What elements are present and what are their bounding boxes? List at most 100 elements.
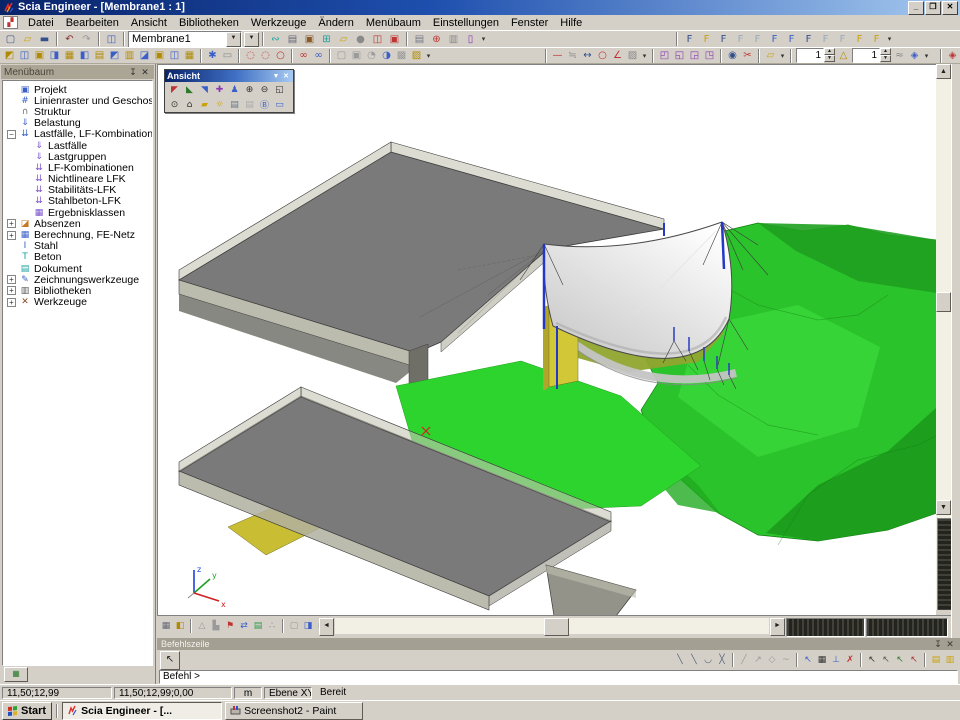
- transport-button[interactable]: ▭: [220, 48, 235, 63]
- window-b-button[interactable]: ◨: [301, 618, 315, 634]
- project-combo-dropdown-button[interactable]: ▼: [226, 32, 241, 47]
- undo-button[interactable]: ↶: [61, 32, 78, 47]
- scale-spin-2-down-button[interactable]: ▼: [880, 55, 891, 62]
- expand-toggle-icon[interactable]: +: [7, 219, 16, 228]
- snap-star-button[interactable]: ✱: [205, 48, 220, 63]
- tree-item[interactable]: ⇊LF-Kombinationen: [3, 162, 152, 173]
- snap-curve-icon[interactable]: ~: [779, 653, 793, 668]
- tree-item[interactable]: ∩Struktur: [3, 106, 152, 117]
- grid-snap-icon[interactable]: ▦: [815, 653, 829, 668]
- walk-view-icon[interactable]: ♟: [227, 83, 242, 96]
- struct-wall-button[interactable]: ▦: [62, 48, 77, 63]
- filter-6-button[interactable]: ▨: [409, 48, 424, 63]
- filter-3-button[interactable]: ◔: [364, 48, 379, 63]
- render-shaded-button[interactable]: ◧: [173, 618, 187, 634]
- scale-icon-button[interactable]: △: [836, 48, 851, 63]
- tree-item[interactable]: ▤Dokument: [3, 263, 152, 274]
- right-edge-tool-button[interactable]: ◈: [945, 48, 960, 63]
- tree-item[interactable]: +▥Bibliotheken: [3, 285, 152, 296]
- cursor-2-icon[interactable]: ↖: [879, 653, 893, 668]
- deform-scale-button[interactable]: △: [195, 618, 209, 634]
- render-wireframe-button[interactable]: ▦: [159, 618, 173, 634]
- struct-panel-button[interactable]: ▤: [92, 48, 107, 63]
- rotation-slider-x[interactable]: [786, 618, 865, 637]
- redo-button[interactable]: ↷: [78, 32, 95, 47]
- snap-intersection-icon[interactable]: ╳: [715, 653, 729, 668]
- tree-item[interactable]: +◪Absenzen: [3, 218, 152, 229]
- eye-button[interactable]: ◉: [725, 48, 740, 63]
- project-window-button[interactable]: ◫: [103, 32, 120, 47]
- struct-hinge-button[interactable]: ▥: [122, 48, 137, 63]
- close-icon[interactable]: ✕: [281, 72, 291, 80]
- layer-a-icon[interactable]: ▤: [929, 653, 943, 668]
- hatch-tool-button-dropdown[interactable]: ▾: [640, 52, 649, 60]
- pin-icon[interactable]: ↧: [127, 67, 139, 78]
- menu-item-einstellungen[interactable]: Einstellungen: [427, 16, 505, 30]
- scale-spin-2-up-button[interactable]: ▲: [880, 48, 891, 55]
- view-axo-icon[interactable]: ✚: [212, 83, 227, 96]
- model-viewport[interactable]: z y x Ansicht ▼ ✕ ◤◣◥✚♟⊕⊖◱ ⊙⌂▰☼▤▤Ⓑ▭: [157, 64, 936, 615]
- view-state-3-button[interactable]: F: [715, 32, 732, 47]
- sphere-tool-button[interactable]: ●: [352, 32, 369, 47]
- expand-toggle-icon[interactable]: +: [7, 231, 16, 240]
- rotation-slider-z[interactable]: [937, 518, 952, 612]
- struct-beam-button[interactable]: ◫: [17, 48, 32, 63]
- line-tool-button[interactable]: —: [550, 48, 565, 63]
- angle-tool-button[interactable]: ∠: [610, 48, 625, 63]
- task-paint[interactable]: Screenshot2 - Paint: [225, 702, 363, 720]
- menu-item-hilfe[interactable]: Hilfe: [554, 16, 588, 30]
- filter-2-button[interactable]: ▣: [349, 48, 364, 63]
- layer-b-icon[interactable]: ▥: [943, 653, 957, 668]
- horizontal-scrollbar-thumb[interactable]: [544, 618, 569, 636]
- tree-item[interactable]: #Linienraster und Geschosse: [3, 95, 152, 106]
- struct-arbitrary-button[interactable]: ◫: [167, 48, 182, 63]
- levels-button[interactable]: ⚑: [223, 618, 237, 634]
- tree-item[interactable]: TBeton: [3, 252, 152, 263]
- snap-tangent-icon[interactable]: ↗: [751, 653, 765, 668]
- expand-toggle-icon[interactable]: +: [7, 286, 16, 295]
- struct-column-button[interactable]: ▣: [32, 48, 47, 63]
- chart-button[interactable]: ▥: [445, 32, 462, 47]
- filter-4-button[interactable]: ◑: [379, 48, 394, 63]
- tree-item[interactable]: ⇊Nichtlineare LFK: [3, 174, 152, 185]
- vertical-scrollbar[interactable]: ▲ ▼: [936, 64, 951, 615]
- vertical-scrollbar-thumb[interactable]: [936, 292, 951, 312]
- arrows-button[interactable]: ⇄: [237, 618, 251, 634]
- view-state-12-button-dropdown[interactable]: ▾: [885, 35, 894, 43]
- scroll-down-button[interactable]: ▼: [936, 500, 951, 515]
- dots-button[interactable]: ∴: [265, 618, 279, 634]
- snap-line-icon[interactable]: ╱: [737, 653, 751, 668]
- view-state-10-button[interactable]: F: [834, 32, 851, 47]
- panel-tab[interactable]: ▦: [4, 667, 28, 682]
- results-button[interactable]: ▙: [209, 618, 223, 634]
- zoom-in-icon[interactable]: ⊕: [242, 83, 257, 96]
- windows-red-button[interactable]: ◫: [369, 32, 386, 47]
- view-state-6-button[interactable]: F: [766, 32, 783, 47]
- save-button[interactable]: ▬: [36, 32, 53, 47]
- render-book-button[interactable]: ▤: [251, 618, 265, 634]
- open-view-icon[interactable]: ▰: [197, 98, 212, 111]
- struct-node-button[interactable]: ◩: [2, 48, 17, 63]
- coordinate-tool-button[interactable]: ⊞: [318, 32, 335, 47]
- tree-item[interactable]: ▣Projekt: [3, 84, 152, 95]
- scroll-right-button[interactable]: ►: [770, 618, 785, 636]
- scale-spin-2-value[interactable]: 1: [852, 48, 880, 63]
- tree-item[interactable]: ⇓Lastfälle: [3, 140, 152, 151]
- close-icon[interactable]: ✕: [944, 639, 956, 650]
- expand-toggle-icon[interactable]: +: [7, 275, 16, 284]
- view-state-7-button[interactable]: F: [783, 32, 800, 47]
- open-button[interactable]: ▱: [19, 32, 36, 47]
- tree-item[interactable]: +✕Werkzeuge: [3, 297, 152, 308]
- zoom-all-icon[interactable]: ⊙: [167, 98, 182, 111]
- close-button[interactable]: ✕: [942, 1, 958, 15]
- minimize-button[interactable]: _: [908, 1, 924, 15]
- ortho-icon[interactable]: ⊥: [829, 653, 843, 668]
- tree-item[interactable]: −⇊Lastfälle, LF-Kombinationen: [3, 129, 152, 140]
- struct-plate-button[interactable]: ◨: [47, 48, 62, 63]
- tree-item[interactable]: +✎Zeichnungswerkzeuge: [3, 274, 152, 285]
- print-view2-icon[interactable]: ▤: [242, 98, 257, 111]
- select-lasso-button[interactable]: ◌: [243, 48, 258, 63]
- view-state-12-button[interactable]: F: [868, 32, 885, 47]
- paste-view-1-button[interactable]: ◰: [657, 48, 672, 63]
- struct-haunch-button[interactable]: ▣: [152, 48, 167, 63]
